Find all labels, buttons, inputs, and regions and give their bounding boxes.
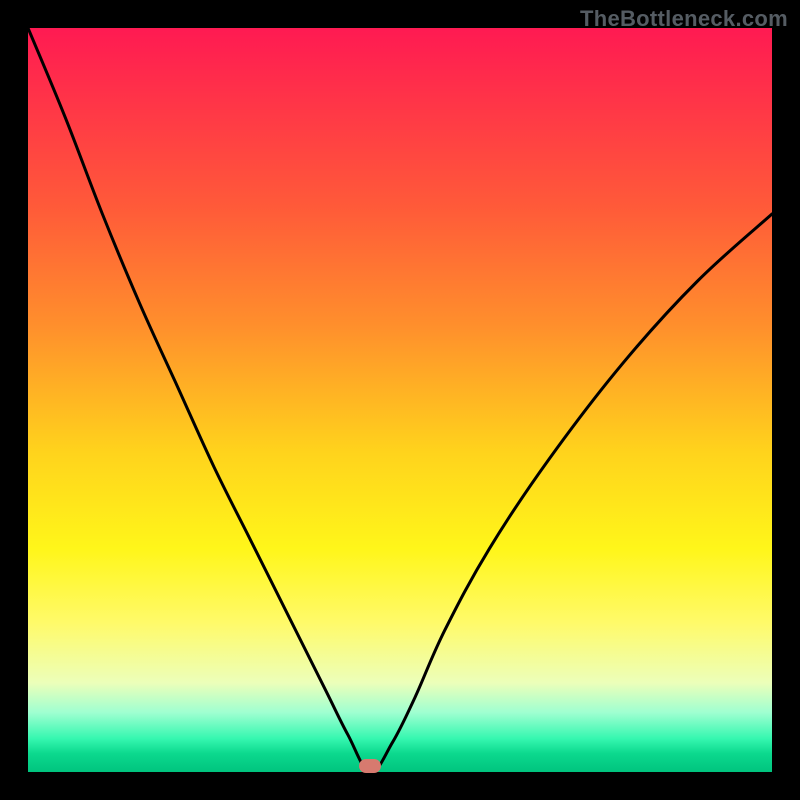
optimal-marker [359, 759, 381, 773]
watermark-text: TheBottleneck.com [580, 6, 788, 32]
chart-frame: TheBottleneck.com [0, 0, 800, 800]
bottleneck-curve [28, 28, 772, 772]
plot-area [28, 28, 772, 772]
